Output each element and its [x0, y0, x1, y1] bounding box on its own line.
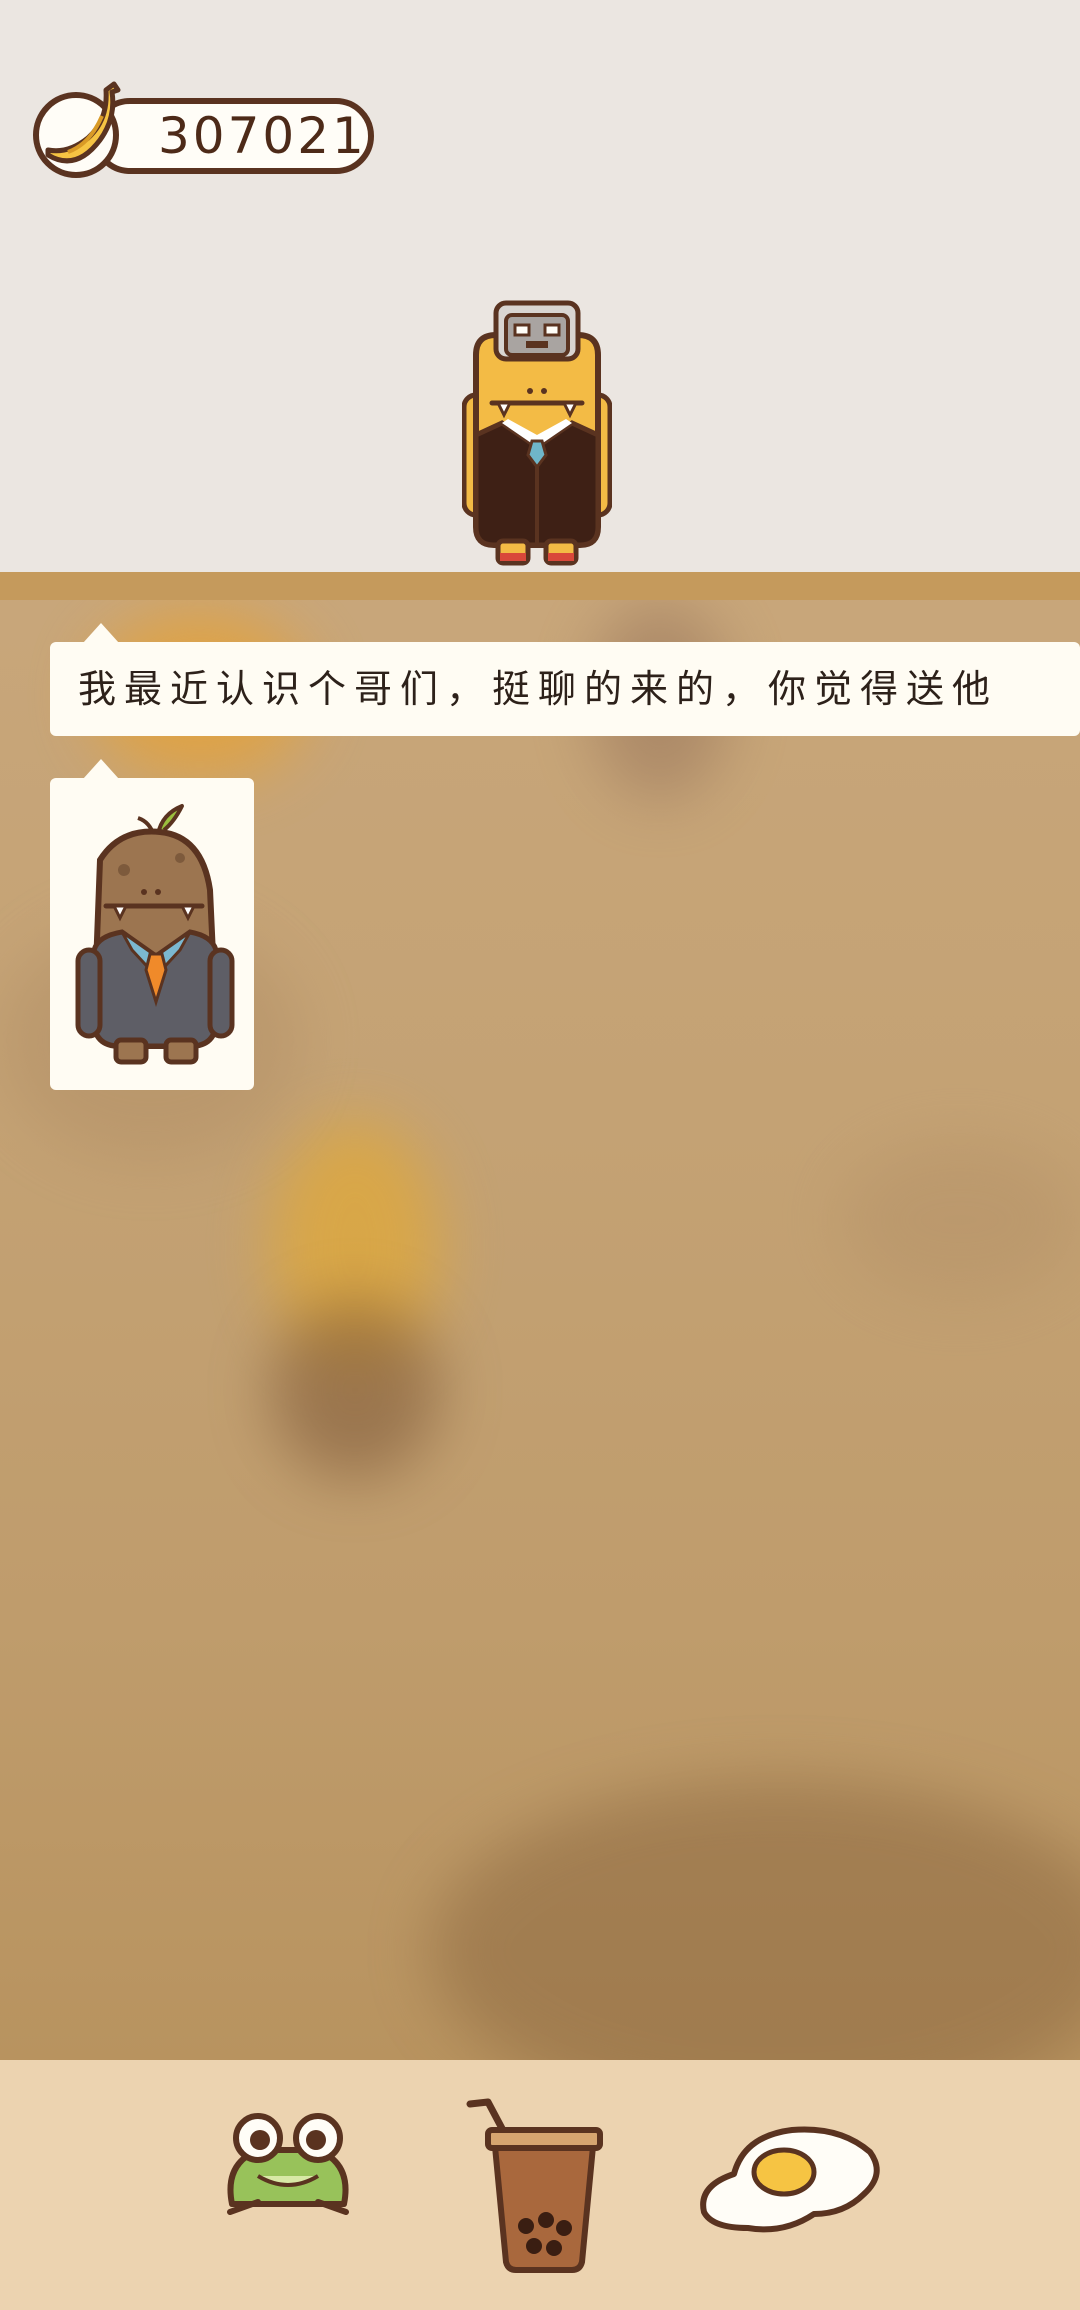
room-top-area: 307021 — [0, 0, 1080, 572]
banana-icon — [33, 81, 121, 178]
potato-image-card[interactable] — [50, 778, 254, 1090]
speech-text: 我最近认识个哥们，挺聊的来的，你觉得送他 — [78, 667, 999, 711]
shelf-edge — [0, 572, 1080, 600]
fried-egg-icon[interactable] — [694, 2122, 884, 2236]
bottom-dock — [0, 2060, 1080, 2310]
coin-count: 307021 — [158, 107, 367, 165]
yellow-monster-character[interactable] — [462, 295, 612, 570]
speech-bubble-tip — [83, 623, 119, 643]
frog-icon[interactable] — [218, 2110, 358, 2220]
blurred-shadow — [840, 1140, 1080, 1300]
potato-character-image — [75, 804, 235, 1065]
bubble-tea-icon[interactable] — [466, 2096, 614, 2274]
banana-coin-counter: 307021 — [92, 98, 374, 174]
blurred-shadow — [430, 1780, 1080, 2060]
speech-bubble[interactable]: 我最近认识个哥们，挺聊的来的，你觉得送他 — [50, 642, 1080, 736]
image-card-tip — [83, 759, 119, 779]
blurred-character — [270, 1300, 440, 1480]
